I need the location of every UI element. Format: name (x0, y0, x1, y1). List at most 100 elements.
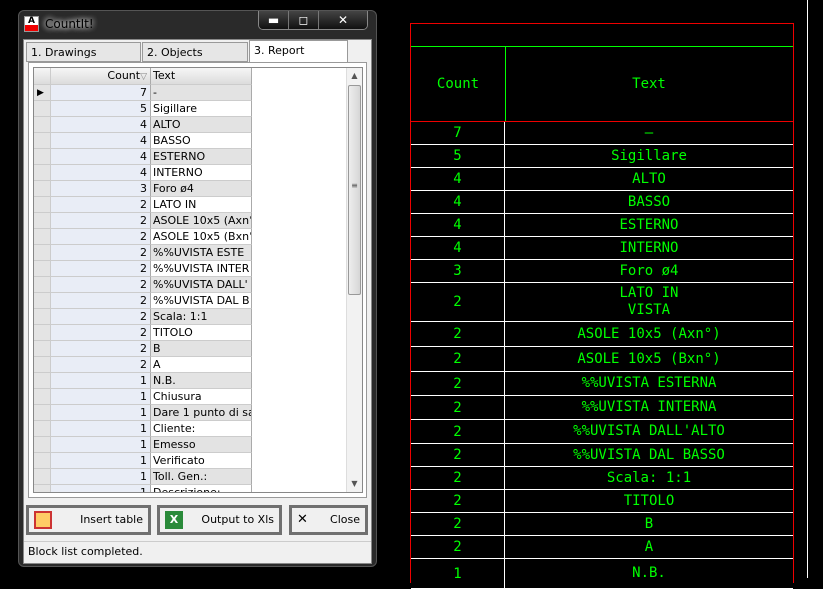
table-row[interactable]: 2 B (34, 341, 347, 357)
text-cell[interactable]: Chiusura (151, 389, 252, 405)
text-cell[interactable]: Dare 1 punto di sal (151, 405, 252, 421)
count-cell[interactable]: 5 (51, 101, 151, 117)
count-cell[interactable]: 3 (51, 181, 151, 197)
text-cell[interactable]: INTERNO (151, 165, 252, 181)
count-cell[interactable]: 4 (51, 149, 151, 165)
count-cell[interactable]: 2 (51, 357, 151, 373)
row-indicator[interactable] (34, 405, 51, 421)
row-indicator[interactable]: ▶ (34, 85, 51, 101)
count-cell[interactable]: 2 (51, 197, 151, 213)
scroll-up-arrow-icon[interactable]: ▲ (347, 68, 362, 84)
row-indicator[interactable] (34, 101, 51, 117)
text-cell[interactable]: %%UVISTA DAL B (151, 293, 252, 309)
count-cell[interactable]: 2 (51, 309, 151, 325)
count-cell[interactable]: 2 (51, 229, 151, 245)
tab-objects-selection[interactable]: 2. Objects selection (142, 42, 248, 78)
count-cell[interactable]: 2 (51, 325, 151, 341)
insert-table-button[interactable]: Insert table (26, 505, 151, 535)
count-cell[interactable]: 1 (51, 469, 151, 485)
table-row[interactable]: 4 ESTERNO (34, 149, 347, 165)
table-row[interactable]: 2 TITOLO (34, 325, 347, 341)
row-indicator[interactable] (34, 437, 51, 453)
count-cell[interactable]: 1 (51, 421, 151, 437)
count-cell[interactable]: 4 (51, 133, 151, 149)
count-cell[interactable]: 1 (51, 389, 151, 405)
table-row[interactable]: 5 Sigillare (34, 101, 347, 117)
table-row[interactable]: 2 ASOLE 10x5 (Axn° (34, 213, 347, 229)
text-cell[interactable]: %%UVISTA INTER (151, 261, 252, 277)
count-cell[interactable]: 7 (51, 85, 151, 101)
table-row[interactable]: ▶ 7 - (34, 85, 347, 101)
row-indicator[interactable] (34, 165, 51, 181)
row-indicator[interactable] (34, 453, 51, 469)
row-indicator[interactable] (34, 245, 51, 261)
scroll-down-arrow-icon[interactable]: ▼ (347, 476, 362, 492)
text-cell[interactable]: Sigillare (151, 101, 252, 117)
row-indicator[interactable] (34, 293, 51, 309)
row-indicator[interactable] (34, 229, 51, 245)
row-indicator[interactable] (34, 149, 51, 165)
text-cell[interactable]: ASOLE 10x5 (Axn° (151, 213, 252, 229)
text-cell[interactable]: - (151, 85, 252, 101)
table-row[interactable]: 2 %%UVISTA INTER (34, 261, 347, 277)
count-cell[interactable]: 4 (51, 117, 151, 133)
row-indicator[interactable] (34, 213, 51, 229)
column-header-text[interactable]: Text (151, 68, 252, 85)
minimize-button[interactable]: ▬ (259, 11, 289, 29)
table-row[interactable]: 1 Emesso (34, 437, 347, 453)
table-row[interactable]: 3 Foro ø4 (34, 181, 347, 197)
text-cell[interactable]: A (151, 357, 252, 373)
maximize-button[interactable]: ◻ (289, 11, 319, 29)
report-grid[interactable]: Count▽ Text ▶ 7 - 5 Sigillare 4 ALTO 4 B… (33, 67, 363, 493)
count-cell[interactable]: 1 (51, 405, 151, 421)
text-cell[interactable]: ALTO (151, 117, 252, 133)
tab-report-preview[interactable]: 3. Report Preview (249, 40, 348, 76)
table-row[interactable]: 1 Verificato (34, 453, 347, 469)
count-cell[interactable]: 1 (51, 485, 151, 492)
close-window-button[interactable]: ✕ (319, 11, 367, 29)
row-indicator[interactable] (34, 389, 51, 405)
count-cell[interactable]: 2 (51, 213, 151, 229)
column-header-count[interactable]: Count▽ (51, 68, 151, 85)
row-indicator[interactable] (34, 133, 51, 149)
table-row[interactable]: 4 BASSO (34, 133, 347, 149)
row-indicator[interactable] (34, 325, 51, 341)
row-indicator[interactable] (34, 277, 51, 293)
text-cell[interactable]: %%UVISTA ESTE (151, 245, 252, 261)
text-cell[interactable]: Emesso (151, 437, 252, 453)
table-row[interactable]: 4 INTERNO (34, 165, 347, 181)
row-indicator[interactable] (34, 197, 51, 213)
count-cell[interactable]: 2 (51, 261, 151, 277)
count-cell[interactable]: 4 (51, 165, 151, 181)
text-cell[interactable]: LATO IN (151, 197, 252, 213)
count-cell[interactable]: 1 (51, 373, 151, 389)
text-cell[interactable]: ESTERNO (151, 149, 252, 165)
text-cell[interactable]: Toll. Gen.: (151, 469, 252, 485)
row-indicator[interactable] (34, 469, 51, 485)
table-row[interactable]: 1 Cliente: (34, 421, 347, 437)
row-indicator[interactable] (34, 485, 51, 492)
close-button[interactable]: ✕ Close (289, 505, 368, 535)
row-indicator[interactable] (34, 261, 51, 277)
text-cell[interactable]: BASSO (151, 133, 252, 149)
table-row[interactable]: 2 ASOLE 10x5 (Bxn° (34, 229, 347, 245)
count-cell[interactable]: 2 (51, 341, 151, 357)
table-row[interactable]: 2 Scala: 1:1 (34, 309, 347, 325)
count-cell[interactable]: 2 (51, 293, 151, 309)
scroll-thumb[interactable]: ≡ (348, 85, 361, 295)
text-cell[interactable]: N.B. (151, 373, 252, 389)
count-cell[interactable]: 2 (51, 277, 151, 293)
row-indicator[interactable] (34, 181, 51, 197)
output-to-xls-button[interactable]: X Output to Xls (157, 505, 282, 535)
text-cell[interactable]: Scala: 1:1 (151, 309, 252, 325)
row-indicator[interactable] (34, 373, 51, 389)
table-row[interactable]: 1 Chiusura (34, 389, 347, 405)
row-indicator[interactable] (34, 421, 51, 437)
table-row[interactable]: 2 LATO IN (34, 197, 347, 213)
table-row[interactable]: 2 %%UVISTA ESTE (34, 245, 347, 261)
table-row[interactable]: 1 Descrizione: (34, 485, 347, 492)
table-row[interactable]: 4 ALTO (34, 117, 347, 133)
count-cell[interactable]: 2 (51, 245, 151, 261)
table-row[interactable]: 2 %%UVISTA DAL B (34, 293, 347, 309)
table-row[interactable]: 1 Dare 1 punto di sal (34, 405, 347, 421)
